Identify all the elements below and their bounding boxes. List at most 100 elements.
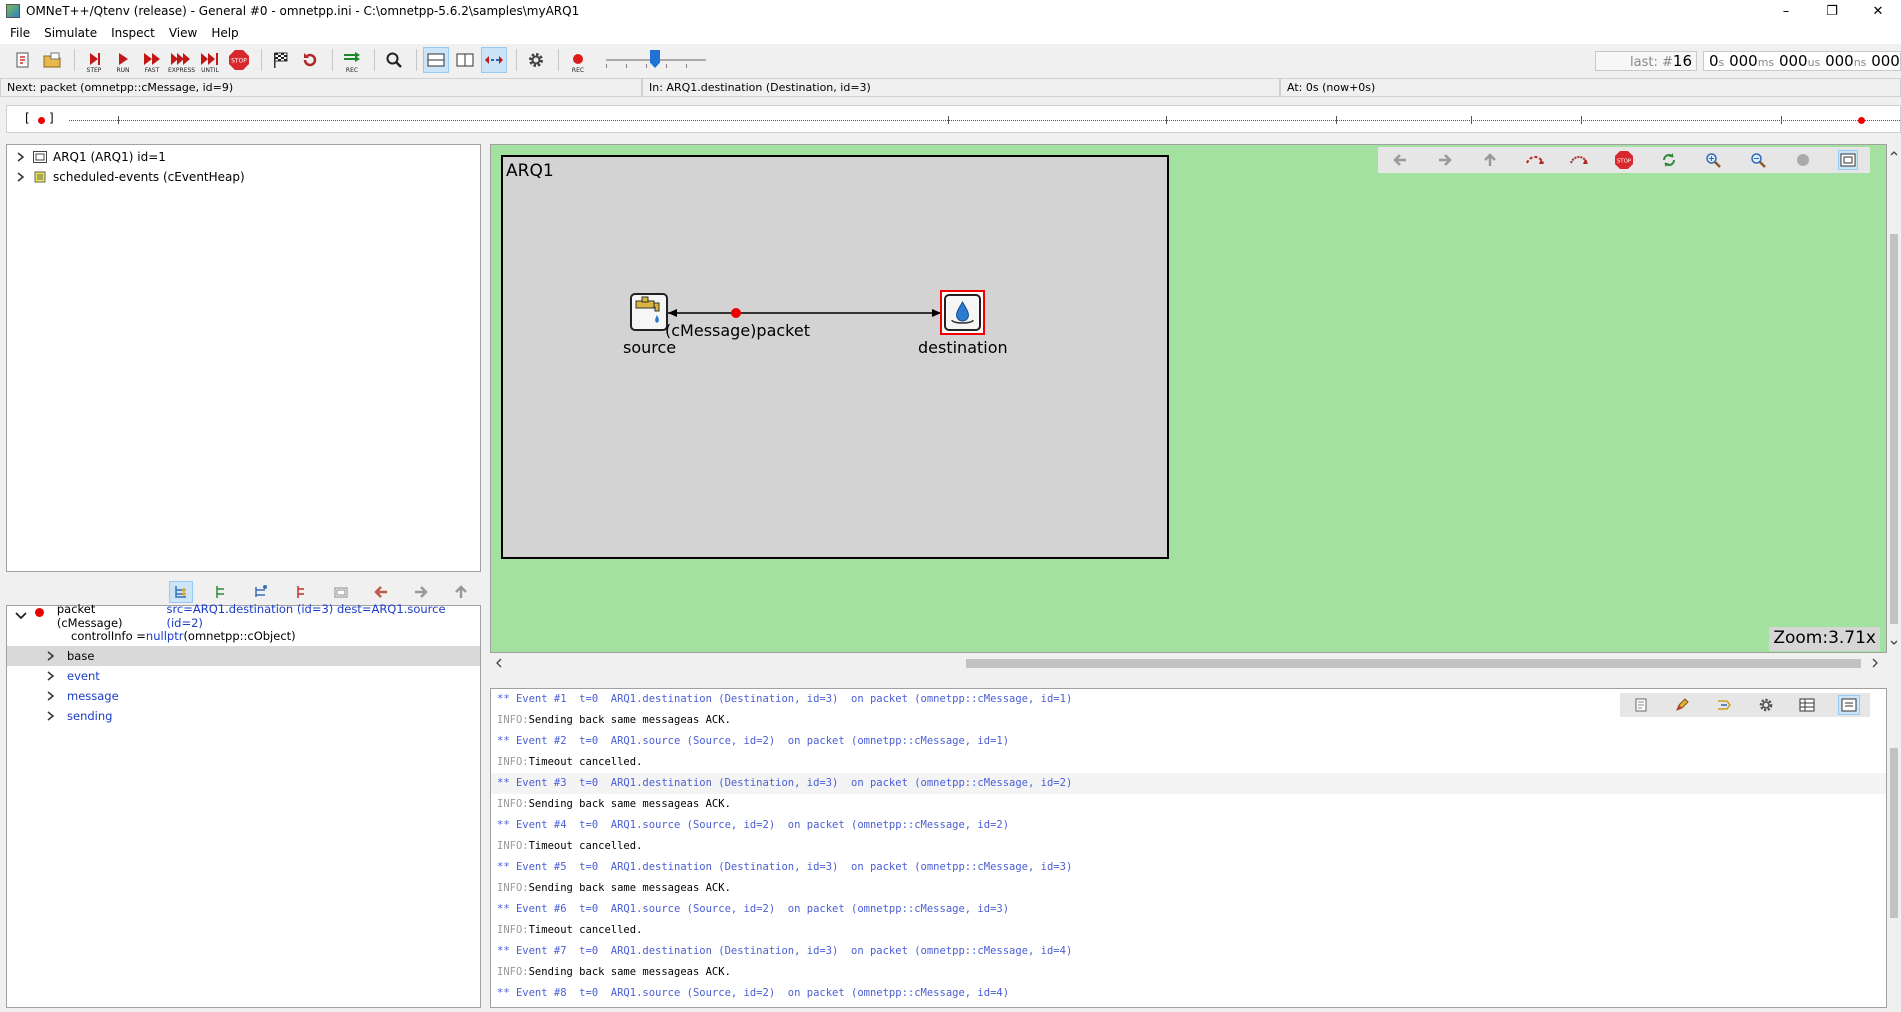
chevron-down-icon[interactable] [1890,640,1898,646]
load-ned-button[interactable] [39,47,65,73]
filter-icon [1718,700,1732,710]
step-button[interactable]: STEP [81,47,107,74]
inheritance-mode-button[interactable] [249,581,273,603]
chevron-right-icon[interactable] [15,151,27,163]
back-button[interactable] [369,581,393,603]
menu-view[interactable]: View [162,26,204,40]
menu-simulate[interactable]: Simulate [37,26,104,40]
message-packet-dot[interactable] [731,308,741,318]
tree-item-arq1[interactable]: ARQ1 (ARQ1) id=1 [7,148,166,166]
log-settings-button[interactable] [1755,695,1777,715]
chevron-right-icon[interactable] [45,690,57,702]
find-button[interactable] [381,47,407,73]
layout-horizontal-button[interactable] [423,47,449,73]
prop-group-sending[interactable]: sending [7,706,480,726]
network-canvas[interactable]: ARQ1 source (cMessage)packet destination… [490,144,1887,653]
prop-group-message[interactable]: message [7,686,480,706]
stop-local-button[interactable]: STOP [1614,150,1634,170]
chevron-down-icon[interactable] [15,610,27,622]
timeline-scheduled-event-dot[interactable] [1858,117,1865,124]
animation-toggle-button[interactable] [481,47,507,73]
go-up-button[interactable] [1480,150,1500,170]
messages-view-button[interactable] [1796,695,1818,715]
back-button[interactable] [1390,150,1410,170]
split-horizontal-icon [427,53,445,67]
circle-icon [1796,154,1809,166]
tree-item-scheduled-events[interactable]: scheduled-events (cEventHeap) [7,168,245,186]
layout-vertical-button[interactable] [452,47,478,73]
forward-button[interactable] [1435,150,1455,170]
children-mode-button[interactable] [169,581,193,603]
log-view-button[interactable] [1838,695,1861,715]
rebuild-button[interactable] [297,47,323,73]
go-up-button[interactable] [449,581,473,603]
animation-speed-slider[interactable] [606,48,706,72]
minimize-icon[interactable]: – [1763,0,1809,22]
chevron-right-icon[interactable] [45,710,57,722]
log-vertical-scrollbar[interactable] [1887,688,1901,1008]
flat-mode-button[interactable] [289,581,313,603]
scrollbar-thumb[interactable] [966,659,1861,668]
canvas-vertical-scrollbar[interactable] [1887,144,1901,653]
timeline-tick [1336,116,1337,124]
animation-dot-button[interactable] [1793,150,1813,170]
scrollbar-thumb[interactable] [1890,234,1898,624]
log-message: Sending back same messageas ACK. [528,714,731,726]
menu-inspect[interactable]: Inspect [104,26,162,40]
chevron-right-icon[interactable] [45,670,57,682]
canvas-horizontal-scrollbar[interactable] [490,655,1887,671]
new-network-button[interactable] [10,47,36,73]
preferences-button[interactable] [523,47,549,73]
timeline-current-event-dot[interactable] [38,117,45,124]
prop-row-packet[interactable]: packet (cMessage) src=ARQ1.destination (… [7,602,480,630]
fast-button[interactable]: FAST [139,47,165,74]
canvas-inspector-mode-button[interactable] [1837,150,1858,170]
video-rec-button[interactable]: REC [565,47,591,74]
chevron-left-icon[interactable] [496,658,502,668]
log-message: Timeout cancelled. [528,840,643,852]
menu-file[interactable]: File [3,26,37,40]
relayout-button[interactable] [1659,150,1679,170]
gear-icon [1759,698,1773,712]
go-to-parent-inspector-button[interactable] [329,581,353,603]
restore-icon[interactable]: ❐ [1809,0,1855,22]
filter-log-button[interactable] [1713,695,1735,715]
source-module[interactable] [630,293,668,331]
video-rec-label: REC [571,67,585,74]
zoom-in-button[interactable] [1703,150,1723,170]
stop-icon: STOP [229,50,249,70]
chevron-right-icon[interactable] [15,171,27,183]
grouped-mode-button[interactable] [209,581,233,603]
chevron-right-icon[interactable] [1872,658,1878,668]
record-dot-icon [573,54,583,64]
chevron-right-icon[interactable] [45,650,57,662]
copy-log-button[interactable] [1630,695,1652,715]
scrollbar-thumb[interactable] [1890,748,1898,918]
menu-help[interactable]: Help [204,26,245,40]
forward-button[interactable] [409,581,433,603]
stop-button[interactable]: STOP [226,47,252,73]
toolbar-separator [416,49,417,71]
run-button[interactable]: RUN [110,47,136,74]
run-until-local-button[interactable] [1525,150,1545,170]
fast-local-button[interactable] [1569,150,1589,170]
close-icon[interactable]: ✕ [1855,0,1901,22]
until-button[interactable]: UNTIL [197,47,223,74]
event-log-panel[interactable]: ** Event #1 t=0 ARQ1.destination (Destin… [490,688,1887,1008]
fast-label: FAST [144,67,160,74]
log-message: Sending back same messageas ACK. [528,798,731,810]
prop-row-control-info[interactable]: controlInfo = nullptr (omnetpp::cObject) [7,626,480,646]
prop-group-base[interactable]: base [7,646,480,666]
log-line: ** Event #6 t=0 ARQ1.source (Source, id=… [497,903,1010,915]
zoom-out-button[interactable] [1748,150,1768,170]
find-in-log-button[interactable] [1671,695,1693,715]
prop-group-event[interactable]: event [7,666,480,686]
finish-button[interactable] [268,47,294,73]
event-timeline[interactable]: [ ] [6,105,1901,133]
chevron-up-icon[interactable] [1890,150,1898,156]
express-button[interactable]: EXPRESS [168,47,195,74]
destination-module[interactable] [940,290,985,335]
window-controls: – ❐ ✕ [1763,0,1901,22]
last-event-number: last: #16 [1595,51,1697,71]
event-log-rec-button[interactable]: REC [339,47,365,74]
